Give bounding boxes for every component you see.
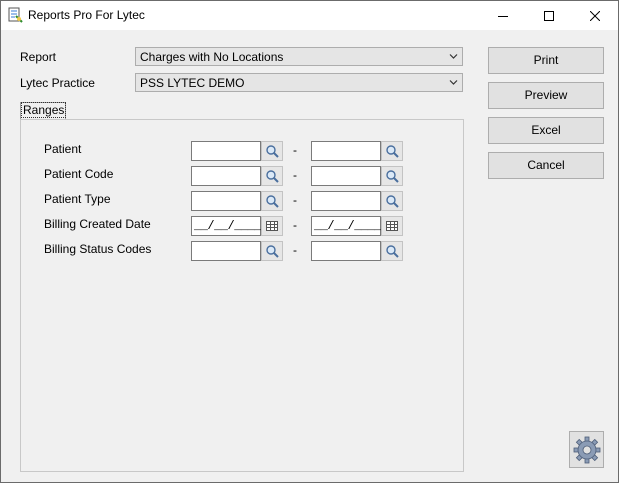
report-dropdown[interactable]: Charges with No Locations bbox=[135, 47, 463, 66]
practice-selected-value: PSS LYTEC DEMO bbox=[140, 76, 245, 90]
billing-created-date-from-input[interactable]: __/__/____ bbox=[191, 216, 262, 236]
calendar-icon bbox=[386, 221, 398, 231]
billing-status-codes-from-lookup-button[interactable] bbox=[261, 241, 283, 261]
range-label-patient-type: Patient Type bbox=[44, 192, 111, 206]
calendar-icon bbox=[266, 221, 278, 231]
billing-created-date-from-calendar-button[interactable] bbox=[261, 216, 283, 236]
magnifier-icon bbox=[386, 170, 399, 183]
range-separator: - bbox=[293, 168, 297, 182]
patient-to-input[interactable] bbox=[311, 141, 381, 161]
patient-type-to-input[interactable] bbox=[311, 191, 381, 211]
patient-type-from-input[interactable] bbox=[191, 191, 261, 211]
maximize-icon bbox=[544, 10, 554, 21]
tab-ranges-label: Ranges bbox=[21, 102, 67, 118]
practice-dropdown[interactable]: PSS LYTEC DEMO bbox=[135, 73, 463, 92]
patient-code-from-lookup-button[interactable] bbox=[261, 166, 283, 186]
chevron-down-icon bbox=[449, 54, 458, 59]
minimize-icon bbox=[498, 15, 508, 17]
magnifier-icon bbox=[266, 195, 279, 208]
close-button[interactable] bbox=[572, 1, 618, 30]
minimize-button[interactable] bbox=[480, 1, 526, 30]
window-title: Reports Pro For Lytec bbox=[28, 8, 145, 22]
patient-type-to-lookup-button[interactable] bbox=[381, 191, 403, 211]
patient-code-from-input[interactable] bbox=[191, 166, 261, 186]
range-label-patient: Patient bbox=[44, 142, 82, 156]
maximize-button[interactable] bbox=[526, 1, 572, 30]
range-separator: - bbox=[293, 143, 297, 157]
excel-button[interactable]: Excel bbox=[488, 117, 604, 144]
range-label-patient-code: Patient Code bbox=[44, 167, 114, 181]
report-label: Report bbox=[20, 50, 57, 64]
range-separator: - bbox=[293, 193, 297, 207]
patient-code-to-input[interactable] bbox=[311, 166, 381, 186]
close-icon bbox=[590, 10, 600, 21]
patient-code-to-lookup-button[interactable] bbox=[381, 166, 403, 186]
magnifier-icon bbox=[386, 195, 399, 208]
practice-label: Lytec Practice bbox=[20, 76, 95, 90]
patient-from-input[interactable] bbox=[191, 141, 261, 161]
preview-button[interactable]: Preview bbox=[488, 82, 604, 109]
magnifier-icon bbox=[386, 145, 399, 158]
patient-to-lookup-button[interactable] bbox=[381, 141, 403, 161]
billing-status-codes-from-input[interactable] bbox=[191, 241, 261, 261]
print-button[interactable]: Print bbox=[488, 47, 604, 74]
tab-ranges[interactable]: Ranges bbox=[20, 102, 67, 119]
report-document-icon bbox=[8, 7, 23, 23]
range-separator: - bbox=[293, 218, 297, 232]
patient-from-lookup-button[interactable] bbox=[261, 141, 283, 161]
title-bar: Reports Pro For Lytec bbox=[1, 1, 618, 30]
magnifier-icon bbox=[266, 170, 279, 183]
range-label-billing-status-codes: Billing Status Codes bbox=[44, 242, 152, 256]
magnifier-icon bbox=[266, 245, 279, 258]
report-selected-value: Charges with No Locations bbox=[140, 50, 284, 64]
magnifier-icon bbox=[266, 145, 279, 158]
range-label-billing-created-date: Billing Created Date bbox=[44, 217, 151, 231]
billing-created-date-to-calendar-button[interactable] bbox=[381, 216, 403, 236]
range-separator: - bbox=[293, 243, 297, 257]
billing-status-codes-to-lookup-button[interactable] bbox=[381, 241, 403, 261]
cancel-button[interactable]: Cancel bbox=[488, 152, 604, 179]
billing-status-codes-to-input[interactable] bbox=[311, 241, 381, 261]
app-window: Reports Pro For Lytec Report Charges wit… bbox=[0, 0, 619, 483]
billing-created-date-to-input[interactable]: __/__/____ bbox=[311, 216, 382, 236]
magnifier-icon bbox=[386, 245, 399, 258]
patient-type-from-lookup-button[interactable] bbox=[261, 191, 283, 211]
chevron-down-icon bbox=[449, 80, 458, 85]
gear-icon bbox=[573, 436, 600, 463]
settings-button[interactable] bbox=[569, 431, 604, 468]
